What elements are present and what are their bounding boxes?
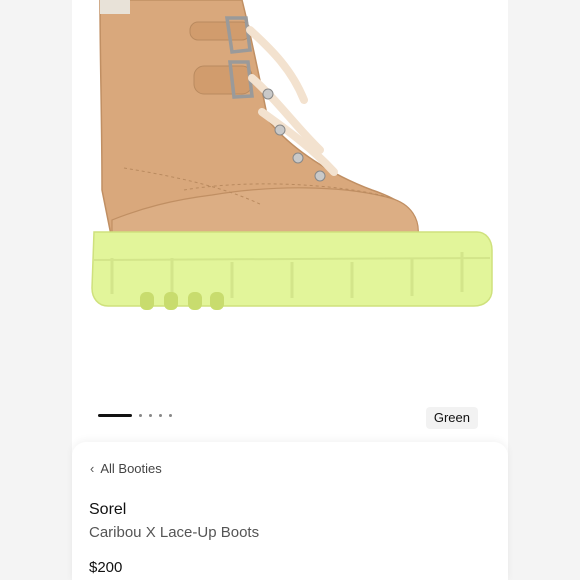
product-info-sheet: ‹ All Booties Sorel Caribou X Lace-Up Bo… — [72, 442, 508, 580]
product-page: Green ‹ All Booties Sorel Caribou X Lace… — [72, 0, 508, 580]
carousel-dot[interactable] — [149, 414, 152, 417]
product-price: $200 — [89, 559, 123, 576]
carousel-dot[interactable] — [169, 414, 172, 417]
breadcrumb-label: All Booties — [100, 461, 162, 476]
product-image[interactable] — [72, 0, 508, 400]
color-label: Green — [425, 407, 478, 429]
carousel-dots[interactable] — [98, 414, 172, 417]
carousel-dot[interactable] — [139, 414, 142, 417]
boot-illustration — [91, 0, 493, 310]
carousel-controls: Green — [72, 400, 508, 436]
brand-name[interactable]: Sorel — [89, 501, 126, 519]
chevron-left-icon: ‹ — [90, 461, 95, 476]
breadcrumb-back-link[interactable]: ‹ All Booties — [90, 461, 162, 476]
carousel-dot-active[interactable] — [98, 414, 132, 417]
product-title: Caribou X Lace-Up Boots — [89, 524, 260, 541]
carousel-dot[interactable] — [159, 414, 162, 417]
